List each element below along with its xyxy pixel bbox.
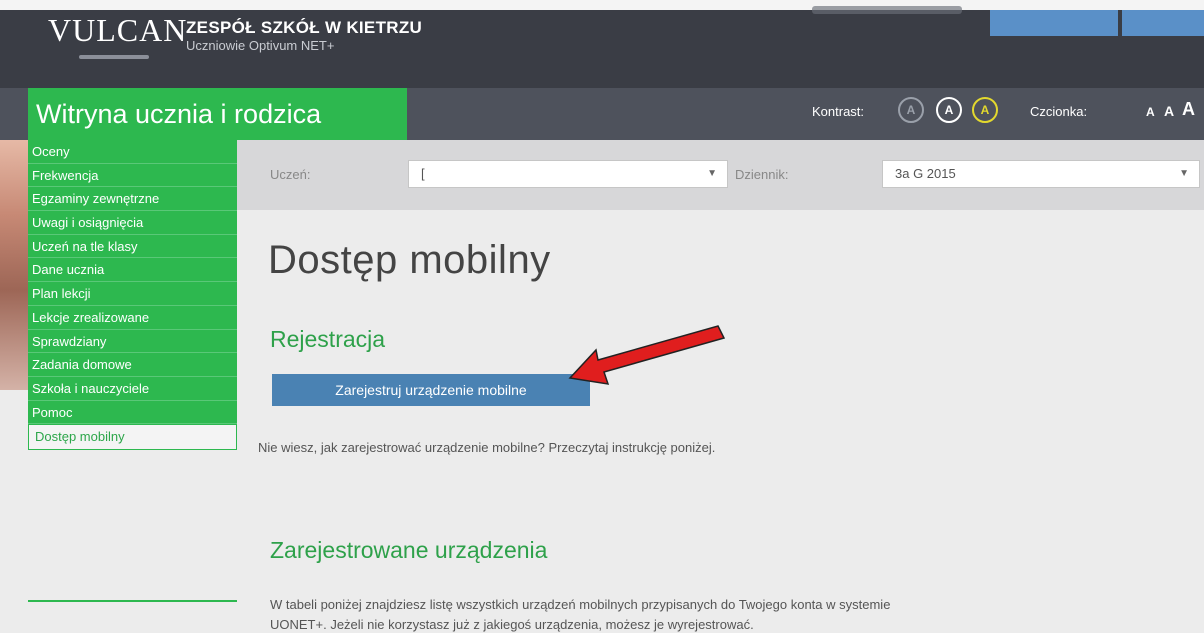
journal-label: Dziennik: <box>735 167 789 182</box>
sidebar-underline <box>28 600 237 602</box>
chevron-down-icon: ▼ <box>707 168 717 179</box>
contrast-yellow-button[interactable]: A <box>972 97 998 123</box>
sidebar-item-zadania-domowe[interactable]: Zadania domowe <box>28 353 237 377</box>
school-info: ZESPÓŁ SZKÓŁ W KIETRZU Uczniowie Optivum… <box>186 18 422 53</box>
sidebar-item-plan-lekcji[interactable]: Plan lekcji <box>28 282 237 306</box>
journal-value: 3a G 2015 <box>895 166 956 181</box>
font-label: Czcionka: <box>1030 104 1088 119</box>
sidebar-item-oceny[interactable]: Oceny <box>28 140 237 164</box>
devices-description: W tabeli poniżej znajdziesz listę wszyst… <box>270 597 891 612</box>
sidebar-item-dostep-mobilny[interactable]: Dostęp mobilny <box>28 424 237 451</box>
logo-tagline <box>79 55 149 59</box>
font-small-button[interactable]: A <box>1146 105 1155 119</box>
section-title-registration: Rejestracja <box>270 326 386 352</box>
sidebar-item-frekwencja[interactable]: Frekwencja <box>28 163 237 188</box>
school-name: ZESPÓŁ SZKÓŁ W KIETRZU <box>186 18 423 37</box>
top-button-2[interactable] <box>1122 10 1204 36</box>
contrast-high-button[interactable]: A <box>936 97 962 123</box>
page-title: Dostęp mobilny <box>268 238 551 282</box>
site-title[interactable]: Witryna ucznia i rodzica <box>28 88 407 140</box>
sidebar-item-szkola[interactable]: Szkoła i nauczyciele <box>28 376 237 401</box>
logo-text: VULCAN <box>48 12 188 48</box>
font-medium-button[interactable]: A <box>1164 103 1174 119</box>
sidebar-item-dane-ucznia[interactable]: Dane ucznia <box>28 258 237 283</box>
sidebar-item-lekcje-zrealizowane[interactable]: Lekcje zrealizowane <box>28 305 237 330</box>
top-strip <box>0 0 1204 10</box>
sidebar-item-uczen-na-tle-klasy[interactable]: Uczeń na tle klasy <box>28 234 237 259</box>
student-label: Uczeń: <box>270 167 311 182</box>
app-name: Uczniowie Optivum NET+ <box>186 38 335 53</box>
section-title-registered-devices: Zarejestrowane urządzenia <box>270 537 548 563</box>
journal-select[interactable]: 3a G 2015 ▼ <box>882 160 1200 188</box>
register-device-button[interactable]: Zarejestruj urządzenie mobilne <box>272 374 590 406</box>
contrast-normal-button[interactable]: A <box>898 97 924 123</box>
red-arrow-annotation <box>568 325 726 385</box>
font-large-button[interactable]: A <box>1182 99 1195 120</box>
top-button-1[interactable] <box>990 10 1118 36</box>
student-select[interactable]: [ ▼ <box>408 160 728 188</box>
vulcan-logo[interactable]: VULCAN <box>48 12 188 59</box>
chevron-down-icon: ▼ <box>1179 168 1189 179</box>
side-photo <box>0 140 28 390</box>
user-name <box>812 6 962 14</box>
sidebar-item-sprawdziany[interactable]: Sprawdziany <box>28 329 237 354</box>
sidebar-item-pomoc[interactable]: Pomoc <box>28 400 237 425</box>
student-value: [ <box>421 166 425 181</box>
contrast-label: Kontrast: <box>812 104 865 119</box>
sidebar-menu: Oceny Frekwencja Egzaminy zewnętrzne Uwa… <box>28 140 237 451</box>
help-text: Nie wiesz, jak zarejestrować urządzenie … <box>258 440 716 455</box>
devices-description-2: UONET+. Jeżeli nie korzystasz już z jaki… <box>270 617 754 632</box>
sidebar-item-egzaminy[interactable]: Egzaminy zewnętrzne <box>28 187 237 212</box>
sidebar-item-uwagi[interactable]: Uwagi i osiągnięcia <box>28 211 237 235</box>
